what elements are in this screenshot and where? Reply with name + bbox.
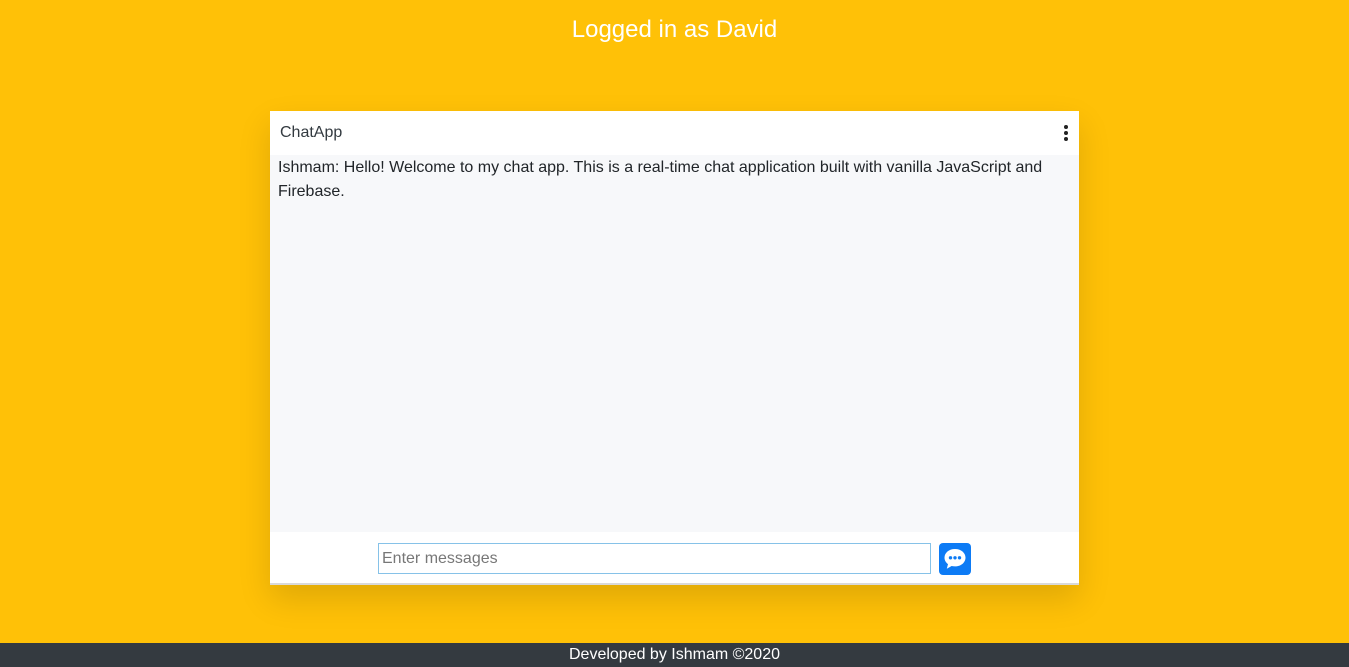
login-status: Logged in as David (571, 16, 778, 43)
chat-bubble-icon (944, 549, 966, 569)
message-input-bar (270, 532, 1079, 581)
messages-list: Ishmam: Hello! Welcome to my chat app. T… (270, 155, 1079, 532)
send-button[interactable] (939, 543, 971, 575)
chat-header: ChatApp (270, 111, 1079, 155)
chat-window: ChatApp Ishmam: Hello! Welcome to my cha… (270, 111, 1079, 585)
footer: Developed by Ishmam ©2020 (0, 643, 1349, 667)
message-input[interactable] (378, 543, 931, 574)
message: Ishmam: Hello! Welcome to my chat app. T… (278, 159, 1043, 200)
app-title: ChatApp (280, 124, 343, 141)
vertical-ellipsis-icon[interactable] (1059, 122, 1073, 144)
